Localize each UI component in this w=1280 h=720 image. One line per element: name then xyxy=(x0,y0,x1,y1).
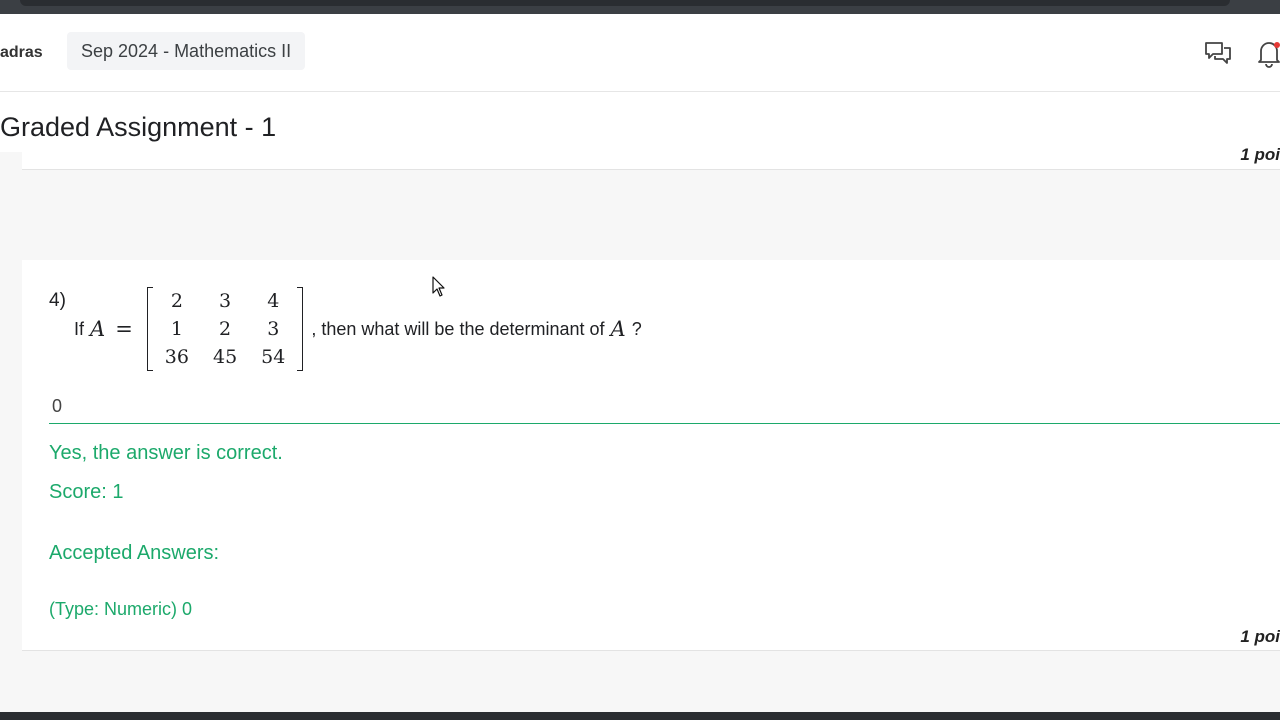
matrix-cell: 1 xyxy=(170,318,183,340)
matrix-cell: 54 xyxy=(261,346,286,368)
answer-input-underline xyxy=(49,423,1280,424)
matrix-cell: 45 xyxy=(212,346,238,368)
question-number: 4) xyxy=(49,290,66,311)
course-selector[interactable]: Sep 2024 - Mathematics II xyxy=(67,32,306,70)
matrix-cell: 36 xyxy=(164,346,189,368)
answer-input-value[interactable]: 0 xyxy=(52,396,62,417)
question-tail: , then what will be the determinant of xyxy=(311,318,605,339)
bottom-bar xyxy=(0,712,1280,720)
matrix-variable: A xyxy=(90,317,106,341)
browser-top-bar-inner xyxy=(20,0,1230,6)
question-mark: ? xyxy=(631,318,642,339)
bell-icon[interactable] xyxy=(1254,39,1280,69)
points-label-top: 1 poi xyxy=(1240,145,1280,164)
page-title: Graded Assignment - 1 xyxy=(0,112,277,142)
previous-question-card xyxy=(22,152,1280,170)
accepted-answers-label: Accepted Answers: xyxy=(49,542,220,564)
equals-sign: = xyxy=(115,317,133,341)
accepted-answer-value: (Type: Numeric) 0 xyxy=(49,599,193,619)
matrix-cell: 2 xyxy=(170,290,183,312)
points-label-bottom: 1 poi xyxy=(1240,627,1280,646)
mouse-cursor-icon xyxy=(432,276,446,298)
question-prefix: If xyxy=(74,318,85,339)
feedback-correct: Yes, the answer is correct. xyxy=(49,442,283,464)
matrix-row: 36 45 54 xyxy=(153,343,298,371)
matrix-cell: 2 xyxy=(219,318,232,340)
browser-top-bar xyxy=(0,0,1280,14)
determinant-variable: A xyxy=(610,317,626,341)
app-header: adras Sep 2024 - Mathematics II xyxy=(0,14,1280,92)
brand-name: adras xyxy=(0,44,43,61)
matrix-cell: 3 xyxy=(219,290,232,312)
matrix-row: 1 2 3 xyxy=(153,315,298,343)
question-text: If A = 2 3 4 1 2 3 36 45 54 , then what … xyxy=(74,284,642,374)
matrix-row: 2 3 4 xyxy=(153,287,298,315)
matrix-cell: 3 xyxy=(267,318,280,340)
chat-icon[interactable] xyxy=(1203,39,1233,69)
matrix: 2 3 4 1 2 3 36 45 54 xyxy=(146,287,304,371)
score-text: Score: 1 xyxy=(49,481,124,503)
matrix-cell: 4 xyxy=(267,290,280,312)
